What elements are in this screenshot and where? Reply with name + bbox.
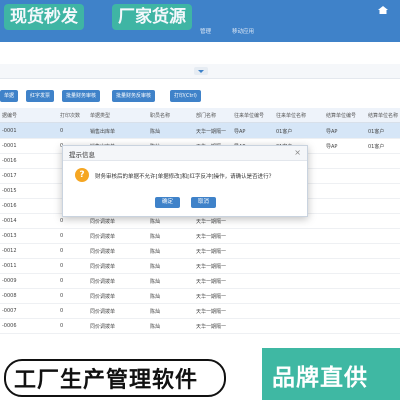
table-cell: 01客户 [368,144,385,150]
table-cell: 陈灿 [150,294,161,300]
table-row[interactable]: -0001 0 销售出库单 陈灿 天华一期隔一 导AP 01客户 导AP 01客户 [0,123,400,139]
table-cell: 01客户 [276,129,293,135]
table-cell: 0 [60,233,64,239]
table-cell: 导AP [234,129,246,135]
table-cell: 陈灿 [150,279,161,285]
table-cell: 天华一期隔一 [196,249,227,255]
close-icon[interactable]: × [294,148,301,157]
table-cell: 0 [60,293,64,299]
table-cell: 陈灿 [150,129,161,135]
table-cell: 01客户 [368,129,385,135]
table-row[interactable]: -0006 0 同价调拨单 陈灿 天华一期隔一 [0,318,400,334]
toolbar-button[interactable]: 红字发票 [26,90,55,102]
confirm-dialog: 提示信息 × ? 财务审核后的单据不允许[单据修改]和[红字反冲]操作，请确认是… [62,145,308,217]
table-cell: 同价调拨单 [90,324,116,330]
cancel-button[interactable]: 取消 [191,197,217,208]
table-cell: -0012 [2,248,17,254]
table-cell: 导AP [326,144,338,150]
home-icon[interactable] [378,6,388,14]
table-cell: 同价调拨单 [90,219,116,225]
column-header[interactable]: 往来单位名称 [276,112,306,119]
table-cell: 0 [60,278,64,284]
toolbar-button[interactable]: 批量财务审核 [62,90,101,102]
column-header[interactable]: 结算单位名称 [368,112,398,119]
table-cell: -0007 [2,308,17,314]
column-header[interactable]: 单据类型 [90,112,110,119]
promo-banner-left: 工厂生产管理软件 [0,352,236,400]
nav-item[interactable]: 移动应用 [232,27,254,35]
table-cell: 0 [60,218,64,224]
table-cell: -0015 [2,188,17,194]
table-cell: -0001 [2,143,17,149]
table-cell: 0 [60,248,64,254]
print-button[interactable]: 打印(Ctrl) [170,90,201,102]
dialog-header: 提示信息 × [63,146,307,161]
confirm-button[interactable]: 确定 [155,197,181,208]
table-cell: 天华一期隔一 [196,129,227,135]
table-cell: 0 [60,308,64,314]
table-cell: -0014 [2,218,17,224]
table-cell: -0016 [2,158,17,164]
table-cell: 陈灿 [150,309,161,315]
dialog-title: 提示信息 [69,151,95,159]
table-cell: 同价调拨单 [90,264,116,270]
table-row[interactable]: -0009 0 同价调拨单 陈灿 天华一期隔一 [0,273,400,289]
table-cell: 陈灿 [150,264,161,270]
column-header[interactable]: 结算单位编号 [326,112,356,119]
promo-badge-right: 厂家货源 [112,4,192,30]
table-cell: 天华一期隔一 [196,234,227,240]
table-cell: 导AP [326,129,338,135]
table-row[interactable]: -0011 0 同价调拨单 陈灿 天华一期隔一 [0,258,400,274]
table-cell: -0013 [2,233,17,239]
table-cell: 0 [60,263,64,269]
table-row[interactable]: -0013 0 同价调拨单 陈灿 天华一期隔一 [0,228,400,244]
column-header[interactable]: 据编号 [2,112,17,119]
column-header[interactable]: 打印次数 [60,112,80,119]
table-cell: -0017 [2,173,17,179]
chevron-down-icon[interactable] [194,67,208,75]
table-cell: 同价调拨单 [90,309,116,315]
toolbar-button[interactable]: 批量财务反审核 [112,90,156,102]
table-cell: -0009 [2,278,17,284]
table-cell: 陈灿 [150,324,161,330]
table-row[interactable]: -0007 0 同价调拨单 陈灿 天华一期隔一 [0,303,400,319]
table-cell: 同价调拨单 [90,294,116,300]
table-cell: 销售出库单 [90,129,116,135]
promo-banner-right: 品牌直供 [262,348,400,400]
column-header[interactable]: 往来单位编号 [234,112,264,119]
table-cell: 天华一期隔一 [196,264,227,270]
warning-icon: ? [75,168,89,182]
banner-left-text: 工厂生产管理软件 [14,368,199,393]
table-cell: 同价调拨单 [90,279,116,285]
table-cell: -0016 [2,203,17,209]
table-header: 据编号 打印次数 单据类型 职员名称 部门名称 往来单位编号 往来单位名称 结算… [0,108,400,123]
table-cell: 0 [60,323,64,329]
table-cell: 陈灿 [150,234,161,240]
table-cell: 同价调拨单 [90,249,116,255]
table-cell: -0001 [2,128,17,134]
table-cell: 天华一期隔一 [196,219,227,225]
table-cell: 天华一期隔一 [196,294,227,300]
dialog-message: 财务审核后的单据不允许[单据修改]和[红字反冲]操作，请确认是否进行？ [95,174,275,180]
table-cell: -0006 [2,323,17,329]
table-row[interactable]: -0012 0 同价调拨单 陈灿 天华一期隔一 [0,243,400,259]
nav-item[interactable]: 管理 [200,27,211,35]
table-cell: 0 [60,128,64,134]
table-cell: 陈灿 [150,219,161,225]
table-cell: -0008 [2,293,17,299]
promo-badge-left: 现货秒发 [4,4,84,30]
banner-right-text: 品牌直供 [272,365,368,391]
table-row[interactable]: -0008 0 同价调拨单 陈灿 天华一期隔一 [0,288,400,304]
table-cell: -0011 [2,263,17,269]
toolbar-button[interactable]: 单据 [0,90,19,102]
table-cell: 天华一期隔一 [196,309,227,315]
table-cell: 同价调拨单 [90,234,116,240]
column-header[interactable]: 职员名称 [150,112,170,119]
column-header[interactable]: 部门名称 [196,112,216,119]
table-cell: 陈灿 [150,249,161,255]
table-cell: 天华一期隔一 [196,324,227,330]
table-cell: 天华一期隔一 [196,279,227,285]
toolbar: 单据 红字发票 批量财务审核 批量财务反审核 打印(Ctrl) [0,90,400,104]
